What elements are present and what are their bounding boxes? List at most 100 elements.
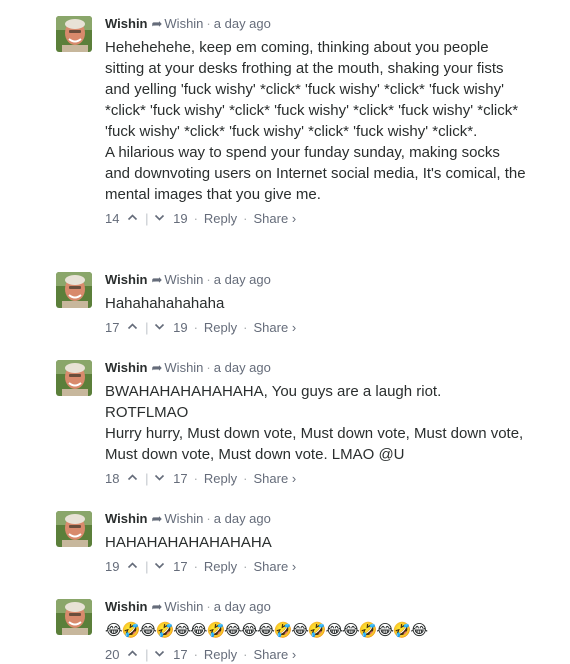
- vote-divider: |: [145, 470, 149, 486]
- upvote-button[interactable]: 17: [105, 318, 138, 337]
- timestamp[interactable]: a day ago: [214, 16, 271, 31]
- comment-paragraph: Hahahahahahaha: [105, 295, 225, 312]
- reply-button[interactable]: Reply: [204, 646, 237, 664]
- chevron-up-icon: [128, 214, 138, 221]
- share-button[interactable]: Share ›: [254, 319, 297, 337]
- chevron-up-icon: [128, 323, 138, 330]
- reply-button[interactable]: Reply: [204, 558, 237, 576]
- parent-author-link[interactable]: Wishin: [164, 599, 203, 614]
- reply-arrow-icon: ➦: [151, 16, 163, 31]
- chevron-down-icon: [155, 651, 165, 657]
- upvote-count: 14: [105, 210, 120, 226]
- comment-paragraph: 😂🤣😂🤣😂😂🤣😂😂😂🤣😂🤣😂😂🤣😂🤣😂: [105, 622, 428, 639]
- vote-divider: |: [145, 646, 149, 662]
- comment-body: Wishin ➦ Wishin · a day ago Hahahahahahaha 1…: [105, 272, 526, 337]
- comment-text: Hahahahahahaha: [105, 293, 526, 314]
- footer-separator: ·: [193, 646, 198, 662]
- chevron-down-icon: [155, 563, 165, 569]
- comment-text: 😂🤣😂🤣😂😂🤣😂😂😂🤣😂🤣😂😂🤣😂🤣😂: [105, 620, 526, 641]
- avatar[interactable]: [56, 360, 92, 396]
- downvote-button[interactable]: 19: [154, 209, 188, 228]
- footer-separator: ·: [243, 646, 248, 662]
- downvote-count: 17: [173, 558, 188, 574]
- parent-author-link[interactable]: Wishin: [164, 360, 203, 375]
- chevron-down-icon: [155, 324, 165, 330]
- share-button[interactable]: Share ›: [254, 646, 297, 664]
- footer-separator: ·: [193, 319, 198, 335]
- downvote-count: 19: [173, 319, 188, 335]
- parent-author-link[interactable]: Wishin: [164, 16, 203, 31]
- reply-button[interactable]: Reply: [204, 319, 237, 337]
- comment-body: Wishin ➦ Wishin · a day ago 😂🤣😂🤣😂😂🤣😂😂😂🤣😂🤣😂😂🤣…: [105, 599, 526, 664]
- comment-body: Wishin ➦ Wishin · a day ago Hehehehehe, keep…: [105, 16, 526, 228]
- parent-author-link[interactable]: Wishin: [164, 511, 203, 526]
- downvote-button[interactable]: 17: [154, 557, 188, 576]
- comment-footer: 20 | 17 · Reply · Share ›: [105, 645, 526, 664]
- avatar[interactable]: [56, 599, 92, 635]
- meta-separator: ·: [206, 360, 211, 375]
- upvote-button[interactable]: 19: [105, 557, 138, 576]
- timestamp[interactable]: a day ago: [214, 511, 271, 526]
- footer-separator: ·: [193, 210, 198, 226]
- comment-footer: 18 | 17 · Reply · Share ›: [105, 469, 526, 488]
- reply-arrow-icon: ➦: [151, 511, 163, 526]
- author-name[interactable]: Wishin: [105, 360, 148, 375]
- footer-separator: ·: [243, 470, 248, 486]
- comment-header: Wishin ➦ Wishin · a day ago: [105, 360, 526, 376]
- downvote-button[interactable]: 17: [154, 469, 188, 488]
- reply-arrow-icon: ➦: [151, 272, 163, 287]
- upvote-button[interactable]: 18: [105, 469, 138, 488]
- author-name[interactable]: Wishin: [105, 599, 148, 614]
- share-button[interactable]: Share ›: [254, 470, 297, 488]
- author-name[interactable]: Wishin: [105, 16, 148, 31]
- author-name[interactable]: Wishin: [105, 511, 148, 526]
- comment-header: Wishin ➦ Wishin · a day ago: [105, 272, 526, 288]
- avatar[interactable]: [56, 272, 92, 308]
- comment-footer: 19 | 17 · Reply · Share ›: [105, 557, 526, 576]
- upvote-count: 20: [105, 646, 120, 662]
- comment-paragraph: Hehehehehe, keep em coming, thinking abo…: [105, 39, 519, 140]
- avatar[interactable]: [56, 16, 92, 52]
- downvote-count: 17: [173, 646, 188, 662]
- comment-text: HAHAHAHAHAHAHAHA: [105, 532, 526, 553]
- comment-paragraph: BWAHAHAHAHAHAHA, You guys are a laugh ri…: [105, 383, 442, 421]
- comment-footer: 17 | 19 · Reply · Share ›: [105, 318, 526, 337]
- vote-divider: |: [145, 558, 149, 574]
- chevron-down-icon: [155, 215, 165, 221]
- avatar[interactable]: [56, 511, 92, 547]
- comment-text: Hehehehehe, keep em coming, thinking abo…: [105, 37, 526, 205]
- comment-footer: 14 | 19 · Reply · Share ›: [105, 209, 526, 228]
- downvote-button[interactable]: 19: [154, 318, 188, 337]
- reply-arrow-icon: ➦: [151, 599, 163, 614]
- upvote-button[interactable]: 14: [105, 209, 138, 228]
- comment-header: Wishin ➦ Wishin · a day ago: [105, 511, 526, 527]
- chevron-up-icon: [128, 474, 138, 481]
- footer-separator: ·: [243, 319, 248, 335]
- share-button[interactable]: Share ›: [254, 558, 297, 576]
- timestamp[interactable]: a day ago: [214, 599, 271, 614]
- meta-separator: ·: [206, 16, 211, 31]
- footer-separator: ·: [243, 558, 248, 574]
- upvote-button[interactable]: 20: [105, 645, 138, 664]
- comment-paragraph: HAHAHAHAHAHAHAHA: [105, 534, 272, 551]
- comment-body: Wishin ➦ Wishin · a day ago HAHAHAHAHAHAHAHA…: [105, 511, 526, 576]
- vote-divider: |: [145, 319, 149, 335]
- downvote-count: 19: [173, 210, 188, 226]
- comment-body: Wishin ➦ Wishin · a day ago BWAHAHAHAHAHAHA,…: [105, 360, 526, 488]
- author-name[interactable]: Wishin: [105, 272, 148, 287]
- downvote-count: 17: [173, 470, 188, 486]
- downvote-button[interactable]: 17: [154, 645, 188, 664]
- timestamp[interactable]: a day ago: [214, 272, 271, 287]
- comment-header: Wishin ➦ Wishin · a day ago: [105, 16, 526, 32]
- upvote-count: 19: [105, 558, 120, 574]
- parent-author-link[interactable]: Wishin: [164, 272, 203, 287]
- vote-divider: |: [145, 210, 149, 226]
- reply-button[interactable]: Reply: [204, 210, 237, 228]
- meta-separator: ·: [206, 511, 211, 526]
- share-button[interactable]: Share ›: [254, 210, 297, 228]
- chevron-down-icon: [155, 475, 165, 481]
- comment-paragraph: A hilarious way to spend your funday sun…: [105, 144, 526, 203]
- timestamp[interactable]: a day ago: [214, 360, 271, 375]
- reply-button[interactable]: Reply: [204, 470, 237, 488]
- footer-separator: ·: [193, 558, 198, 574]
